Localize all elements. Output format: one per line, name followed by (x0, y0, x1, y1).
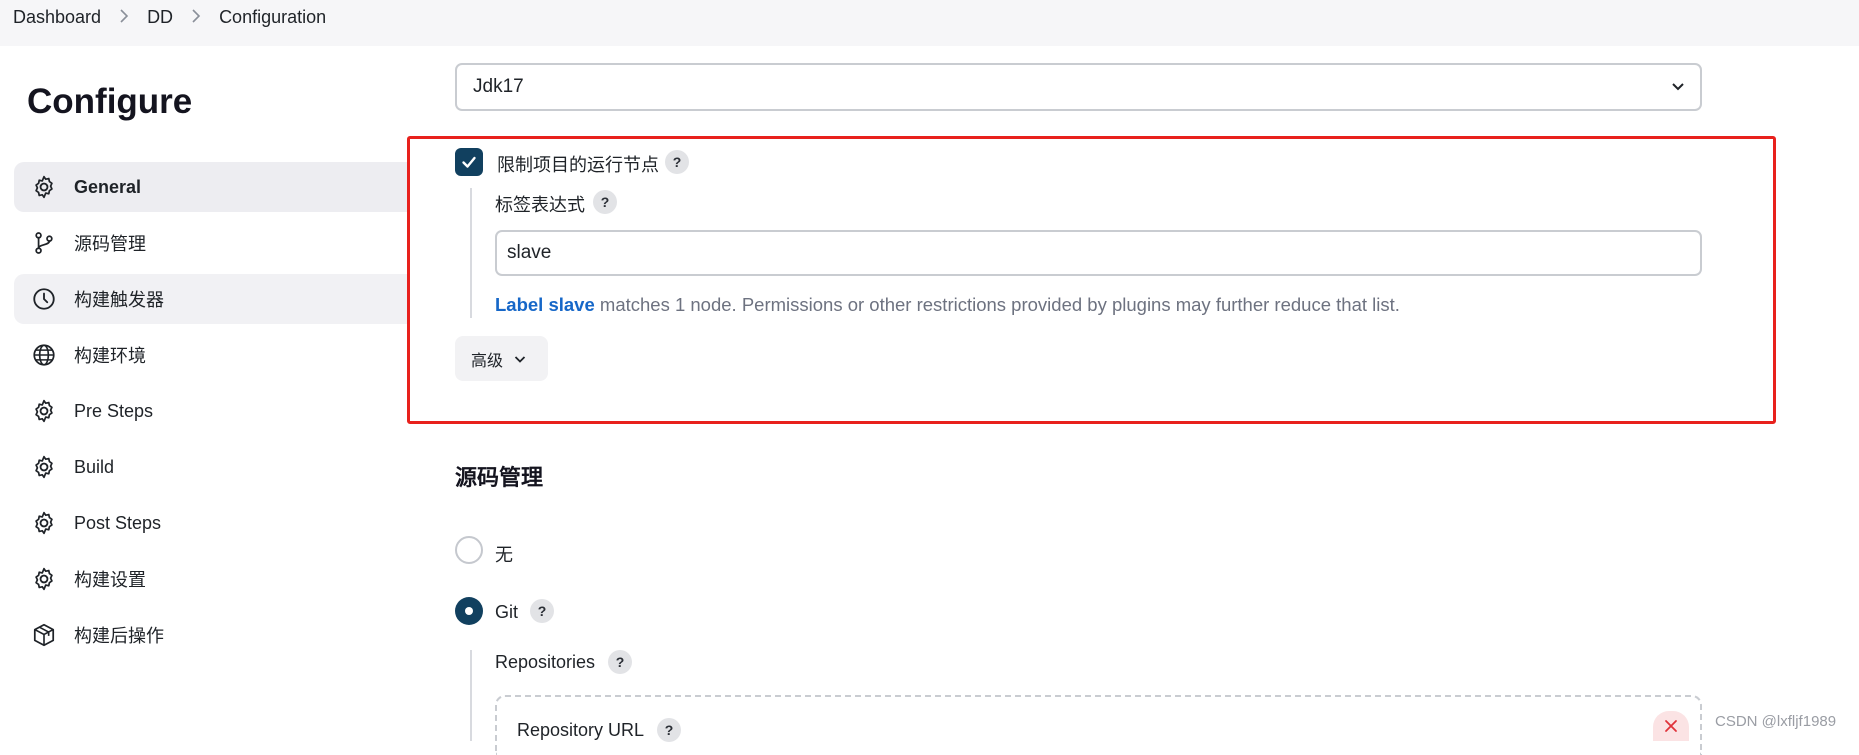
top-bar: Dashboard DD Configuration (0, 0, 1859, 46)
sidebar-item-label: 构建触发器 (74, 290, 164, 310)
gear-icon (30, 453, 58, 481)
sidebar-item-label: 构建设置 (74, 570, 146, 590)
chevron-right-icon (191, 7, 201, 28)
sidebar-item-scm[interactable]: 源码管理 (14, 218, 409, 268)
nested-indent-line (470, 650, 472, 741)
label-match-info: Label slave matches 1 node. Permissions … (495, 294, 1400, 316)
sidebar-item-post-steps[interactable]: Post Steps (14, 498, 409, 548)
highlight-annotation (407, 136, 1776, 424)
advanced-label: 高级 (471, 352, 504, 370)
gear-icon (30, 173, 58, 201)
sidebar-item-post-build-actions[interactable]: 构建后操作 (14, 610, 409, 660)
chevron-down-icon (1670, 78, 1686, 100)
scm-git-label[interactable]: Git (495, 602, 518, 623)
help-icon[interactable]: ? (657, 718, 681, 742)
page-title: Configure (27, 82, 193, 121)
scm-section-title: 源码管理 (455, 465, 544, 490)
sidebar-item-build-triggers[interactable]: 构建触发器 (14, 274, 409, 324)
remove-repository-button[interactable] (1653, 711, 1689, 741)
chevron-right-icon (119, 7, 129, 28)
gear-icon (30, 565, 58, 593)
sidebar-item-label: Pre Steps (74, 400, 154, 421)
label-expression-input[interactable]: slave (495, 230, 1702, 276)
help-icon[interactable]: ? (665, 150, 689, 174)
chevron-down-icon (514, 355, 526, 363)
help-icon[interactable]: ? (608, 650, 632, 674)
label-expression-label: 标签表达式 (495, 195, 585, 215)
help-icon[interactable]: ? (530, 599, 554, 623)
breadcrumb-configuration[interactable]: Configuration (219, 7, 326, 28)
gear-icon (30, 509, 58, 537)
sidebar-item-label: 构建后操作 (74, 626, 164, 646)
repositories-label: Repositories (495, 652, 596, 672)
sidebar-item-build[interactable]: Build (14, 442, 409, 492)
label-slave-link[interactable]: Label slave (495, 294, 595, 315)
jdk-select[interactable]: Jdk17 (455, 63, 1702, 111)
breadcrumb: Dashboard DD Configuration (13, 0, 326, 35)
breadcrumb-dd[interactable]: DD (147, 7, 173, 28)
scm-none-radio[interactable] (455, 536, 483, 564)
clock-icon (30, 285, 58, 313)
package-icon (30, 621, 58, 649)
check-icon (462, 156, 476, 168)
help-icon[interactable]: ? (593, 190, 617, 214)
label-expression-value: slave (507, 242, 552, 263)
scm-git-radio[interactable] (455, 597, 483, 625)
sidebar-item-build-settings[interactable]: 构建设置 (14, 554, 409, 604)
restrict-node-label[interactable]: 限制项目的运行节点 (497, 151, 659, 177)
label-match-text: matches 1 node. Permissions or other res… (594, 294, 1400, 315)
branch-icon (30, 229, 58, 257)
sidebar-item-label: General (74, 176, 142, 197)
restrict-node-checkbox[interactable] (455, 148, 483, 176)
repository-url-label: Repository URL (517, 720, 645, 740)
breadcrumb-dashboard[interactable]: Dashboard (13, 7, 101, 28)
jdk-select-value: Jdk17 (473, 76, 524, 97)
scm-none-label[interactable]: 无 (495, 541, 513, 567)
advanced-button[interactable]: 高级 (455, 336, 548, 381)
close-icon (1665, 720, 1677, 732)
sidebar-item-label: Post Steps (74, 512, 162, 533)
nested-indent-line (470, 188, 472, 318)
watermark: CSDN @lxfljf1989 (1715, 713, 1837, 730)
sidebar-item-pre-steps[interactable]: Pre Steps (14, 386, 409, 436)
radio-dot (465, 607, 473, 615)
sidebar-item-label: Build (74, 456, 115, 477)
sidebar-item-build-environment[interactable]: 构建环境 (14, 330, 409, 380)
sidebar-item-general[interactable]: General (14, 162, 409, 212)
globe-icon (30, 341, 58, 369)
gear-icon (30, 397, 58, 425)
sidebar-item-label: 构建环境 (74, 346, 146, 366)
sidebar-item-label: 源码管理 (74, 234, 146, 254)
